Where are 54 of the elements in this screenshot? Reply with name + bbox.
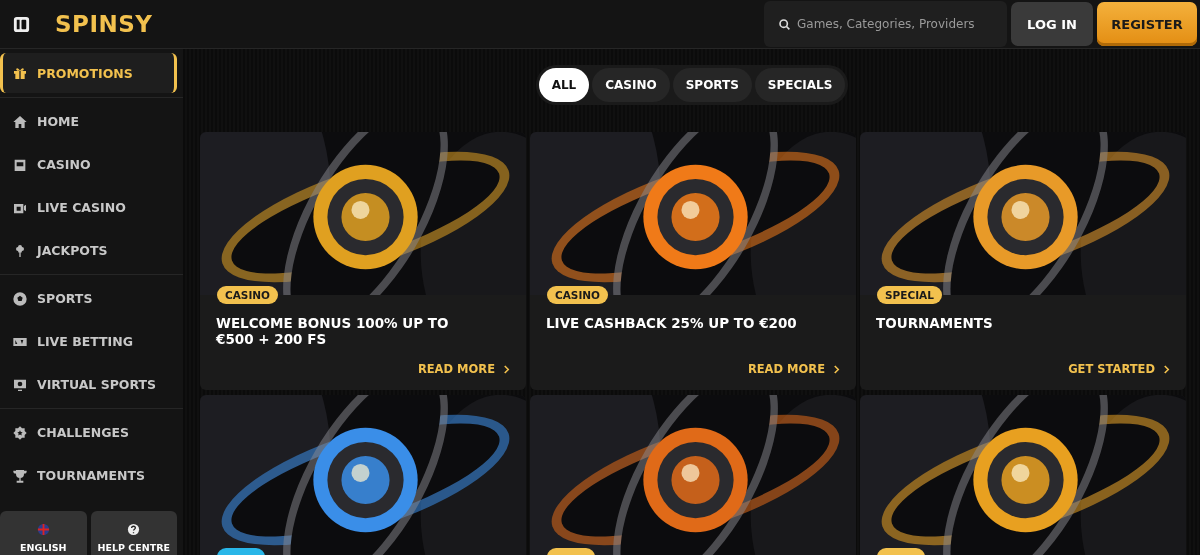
- sidebar-label: CHALLENGES: [37, 425, 130, 440]
- promotion-title: LIVE CASHBACK 25% UP TO €200: [546, 315, 798, 331]
- menu-icon: [12, 424, 28, 441]
- flag-icon: [36, 523, 50, 536]
- sidebar-item[interactable]: CHALLENGES: [0, 411, 183, 454]
- menu-icon: [12, 65, 28, 81]
- promotion-link[interactable]: READ MORE: [417, 362, 510, 376]
- sidebar-item[interactable]: CASINO: [0, 143, 183, 186]
- sidebar-item[interactable]: HOME: [0, 100, 183, 143]
- sidebar-label: SPORTS: [37, 291, 93, 306]
- promotion-card[interactable]: SPECIAL TOURNAMENTS GET STARTED: [860, 132, 1186, 390]
- sidebar-label: LIVE BETTING: [37, 334, 133, 349]
- menu-icon: [12, 290, 28, 307]
- sidebar-label: LIVE CASINO: [37, 200, 126, 215]
- help-button[interactable]: HELP CENTRE: [90, 511, 177, 555]
- sidebar-label: JACKPOTS: [37, 243, 108, 258]
- search-field[interactable]: Games, Categories, Providers: [764, 1, 1007, 47]
- sidebar-item[interactable]: PROMOTIONS: [0, 53, 177, 93]
- sidebar-item[interactable]: VIRTUAL SPORTS: [0, 363, 183, 406]
- sidebar-item[interactable]: JACKPOTS: [0, 229, 183, 272]
- category-badge: CASINO: [547, 286, 608, 304]
- sidebar-item[interactable]: TOURNAMENTS: [0, 454, 183, 497]
- promotion-link[interactable]: READ MORE: [747, 362, 840, 376]
- search-icon: [778, 17, 791, 31]
- language-button[interactable]: ENGLISH: [0, 511, 87, 555]
- sidebar-label: VIRTUAL SPORTS: [37, 377, 157, 392]
- category-badge: SPECIAL: [877, 286, 942, 304]
- help-icon: [127, 523, 141, 536]
- sidebar-label: HOME: [37, 114, 80, 129]
- sidebar-item[interactable]: LIVE CASINO: [0, 186, 183, 229]
- promotion-link[interactable]: GET STARTED: [1068, 362, 1170, 376]
- menu-icon: [12, 467, 28, 484]
- chevron-right-icon: [833, 363, 840, 375]
- logo[interactable]: SPINSY: [55, 11, 153, 37]
- sidebar-item[interactable]: SPORTS: [0, 277, 183, 320]
- register-button[interactable]: REGISTER: [1097, 2, 1197, 46]
- chevron-right-icon: [1163, 363, 1170, 375]
- filter-tab[interactable]: CASINO: [592, 68, 670, 102]
- promotion-card[interactable]: CASINO WELCOME BONUS 100% UP TO €500 + 200 FS READ MORE: [200, 132, 526, 390]
- sidebar-item[interactable]: LIVE BETTING: [0, 320, 183, 363]
- login-button[interactable]: LOG IN: [1011, 2, 1093, 46]
- promotion-title: WELCOME BONUS 100% UP TO €500 + 200 FS: [216, 315, 450, 347]
- chevron-right-icon: [503, 363, 510, 375]
- filter-tab[interactable]: SPORTS: [672, 68, 752, 102]
- category-badge: CASINO: [217, 286, 278, 304]
- promotion-title: TOURNAMENTS: [876, 315, 994, 331]
- menu-icon: [12, 113, 28, 130]
- promotion-card[interactable]: CASINO LIVE CASHBACK 25% UP TO €200 READ MORE: [530, 132, 856, 390]
- filter-tab[interactable]: SPECIALS: [754, 68, 846, 102]
- sidebar-label: CASINO: [37, 157, 91, 172]
- sidebar-label: TOURNAMENTS: [37, 468, 146, 483]
- filter-tab[interactable]: ALL: [538, 68, 590, 102]
- search-input[interactable]: Games, Categories, Providers: [797, 9, 999, 39]
- sidebar-label: PROMOTIONS: [37, 65, 133, 81]
